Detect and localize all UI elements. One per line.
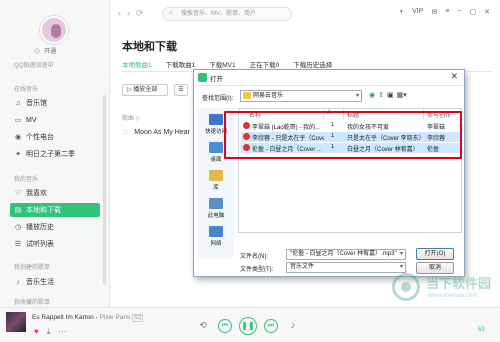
page-title: 本地和下载 — [122, 41, 177, 53]
album-cover[interactable] — [6, 312, 26, 332]
new-folder-icon[interactable]: ▣ — [387, 91, 394, 99]
sidebar-item-history[interactable]: ◷ 播放历史 — [10, 220, 100, 234]
prev-button[interactable]: ⏮ — [218, 319, 232, 333]
open-button[interactable]: 打开(O) — [416, 248, 454, 260]
sidebar-item-radio[interactable]: ◉ 个性电台 — [10, 130, 100, 144]
dialog-title: 打开 — [210, 76, 223, 83]
section-created: 我创建的歌单 — [14, 265, 51, 271]
quick-access-icon — [209, 114, 223, 125]
place-this-pc[interactable]: 此电脑 — [200, 198, 232, 219]
sidebar-item-local-download[interactable]: ▤ 本地和下载 — [10, 203, 100, 217]
watermark-url: www.downxia.com — [428, 293, 478, 299]
close-icon[interactable]: ✕ — [450, 71, 458, 82]
list-icon: ☰ — [14, 241, 22, 248]
star-icon: ✦ — [15, 151, 21, 158]
nav-arrows[interactable]: ‹›⟳ — [118, 8, 150, 19]
heart-icon[interactable]: ♡ — [122, 129, 128, 137]
header-icons: ◐ VIP ✉ ≡ − ▢ ✕ — [400, 8, 490, 16]
more-icon[interactable]: ··· — [58, 327, 66, 337]
watermark-title: 当下软件园 — [426, 276, 492, 291]
vip-row: ◇ 开通 — [34, 46, 56, 55]
music-hall-icon: ♫ — [15, 99, 21, 107]
playlist-icon: ♪ — [16, 278, 20, 286]
song-title: Moon As My Hear — [134, 129, 190, 136]
filetype-select[interactable]: 音乐文件 ▾ — [286, 262, 406, 273]
section-online: 在线音乐 — [14, 87, 39, 93]
desktop-icon — [209, 142, 223, 153]
sidebar-item-trial-list[interactable]: ☰ 试听列表 — [10, 237, 100, 251]
more-button[interactable]: ☰ — [174, 84, 188, 96]
qq-status: QQ极速加速中 — [14, 63, 54, 69]
filename-input[interactable]: "伦盈 - 白昼之月（Cover 林宥嘉）.mp3" ▾ — [286, 249, 406, 260]
volume-level: 53 — [478, 327, 485, 333]
song-name[interactable]: Es Rappelt Im Karton — [32, 314, 94, 321]
search-input[interactable]: ⌕ 搜索音乐、MV、歌单、用户 — [162, 7, 292, 21]
history-icon: ◷ — [14, 224, 22, 231]
vip-icon[interactable]: VIP — [412, 8, 423, 16]
sidebar-item-favorites[interactable]: ♡ 我喜欢 — [10, 186, 100, 200]
network-icon — [209, 226, 223, 237]
download-icon[interactable]: ⤓ — [47, 327, 51, 337]
heart-icon[interactable]: ♥ — [34, 327, 39, 337]
section-my-music: 我的音乐 — [14, 177, 39, 183]
open-file-dialog: 打开 ✕ 查找范围(I): 网易云音乐 ▾ ◉ ⇧ ▣ ▦▾ 快速访问 桌面 库… — [193, 69, 465, 277]
song-row[interactable]: ♡ Moon As My Hear — [122, 129, 190, 137]
sidebar: ◇ 开通 QQ极速加速中 在线音乐 ♫ 音乐馆 ▭ MV ◉ 个性电台 ✦ 明日之子第二… — [0, 0, 110, 307]
quality-badge: SQ — [132, 314, 144, 322]
chevron-down-icon: ▾ — [399, 251, 403, 257]
up-folder-icon[interactable]: ⇧ — [378, 91, 384, 99]
close-icon[interactable]: ✕ — [484, 8, 490, 16]
artist-name[interactable]: Pixie Paris — [100, 314, 131, 321]
local-download-icon: ▤ — [14, 207, 22, 214]
player-actions: ♥ ⤓ ··· — [34, 327, 66, 337]
this-pc-icon — [209, 198, 223, 209]
look-in-select[interactable]: 网易云音乐 ▾ — [240, 90, 362, 102]
filename-label: 文件名(N): — [240, 254, 268, 260]
mv-icon: ▭ — [14, 117, 22, 124]
minimize-icon[interactable]: − — [457, 8, 461, 16]
sidebar-item-mv[interactable]: ▭ MV — [10, 113, 100, 127]
watermark: 当下软件园 www.downxia.com — [392, 271, 492, 311]
player-bar: Es Rappelt Im Karton - Pixie Paris SQ ♥ … — [0, 307, 500, 342]
search-icon: ⌕ — [169, 10, 173, 17]
library-icon — [209, 170, 223, 181]
repeat-icon[interactable]: ⟲ — [196, 319, 210, 333]
mail-icon[interactable]: ✉ — [431, 8, 437, 16]
now-playing: Es Rappelt Im Karton - Pixie Paris SQ — [32, 314, 144, 322]
heart-icon: ♡ — [14, 190, 22, 197]
sidebar-scrollbar[interactable] — [103, 95, 106, 285]
filetype-label: 文件类型(T): — [240, 267, 274, 273]
play-all-button[interactable]: ▷ 播放全部 — [122, 84, 168, 96]
back-icon[interactable]: ◉ — [369, 91, 375, 99]
avatar[interactable] — [40, 16, 68, 44]
column-header-song[interactable]: 歌曲 ◇ — [122, 113, 140, 122]
dialog-titlebar: 打开 ✕ — [194, 70, 464, 86]
place-network[interactable]: 网络 — [200, 226, 232, 247]
volume-icon[interactable]: ♪ — [286, 319, 300, 333]
chevron-down-icon: ▾ — [355, 93, 359, 99]
sidebar-item-playlist[interactable]: ♪ 音乐生活 — [10, 275, 100, 289]
place-library[interactable]: 库 — [200, 170, 232, 191]
view-menu-icon[interactable]: ▦▾ — [397, 91, 407, 99]
user-status[interactable]: 开通 — [44, 46, 56, 55]
pause-button[interactable]: ❚❚ — [239, 317, 257, 335]
maximize-icon[interactable]: ▢ — [470, 8, 477, 16]
folder-icon — [243, 92, 251, 99]
highlight-box — [224, 111, 462, 159]
sidebar-item-music-hall[interactable]: ♫ 音乐馆 — [10, 96, 100, 110]
watermark-logo-icon — [392, 273, 420, 301]
look-in-label: 查找范围(I): — [202, 96, 234, 102]
next-button[interactable]: ⏭ — [264, 319, 278, 333]
section-collected: 我收藏的歌单 — [14, 300, 51, 306]
settings-icon[interactable]: ≡ — [445, 8, 449, 16]
sidebar-item-star[interactable]: ✦ 明日之子第二季 — [10, 147, 100, 161]
app-icon — [198, 73, 207, 82]
diamond-icon: ◇ — [34, 46, 41, 55]
dialog-toolbar: ◉ ⇧ ▣ ▦▾ — [369, 91, 407, 99]
radio-icon: ◉ — [14, 134, 22, 141]
skin-icon[interactable]: ◐ — [400, 8, 404, 16]
main-header: ‹›⟳ ⌕ 搜索音乐、MV、歌单、用户 ◐ VIP ✉ ≡ − ▢ ✕ — [110, 0, 500, 30]
